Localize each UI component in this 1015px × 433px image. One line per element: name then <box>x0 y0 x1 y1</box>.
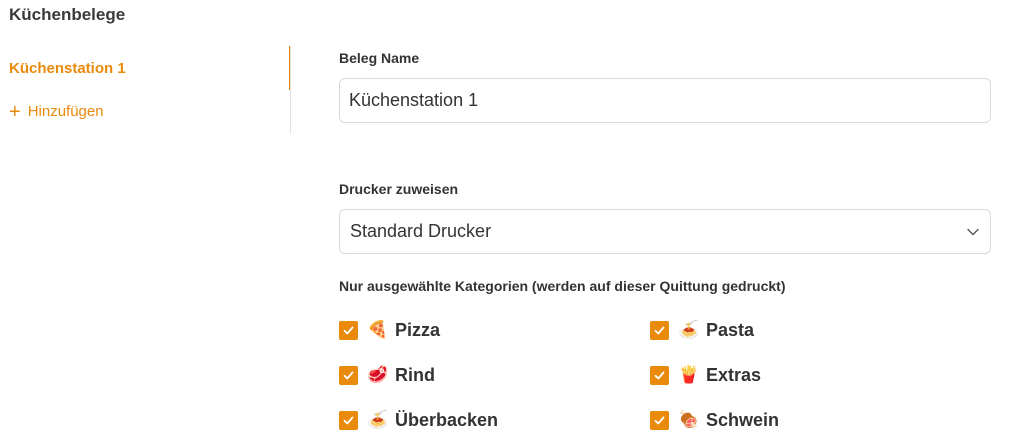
category-checkbox[interactable] <box>339 410 358 430</box>
pizza-icon: 🍕 <box>367 320 389 340</box>
category-label: Extras <box>706 364 762 385</box>
page-title: Küchenbelege <box>9 5 126 24</box>
sidebar-item-kuechenstation-1[interactable]: Küchenstation 1 <box>9 60 126 77</box>
checkmark-icon <box>654 416 665 424</box>
receipt-name-label: Beleg Name <box>339 50 420 66</box>
add-receipt-label: Hinzufügen <box>27 103 104 120</box>
casserole-icon: 🍝 <box>367 410 389 430</box>
category-extras[interactable]: 🍟 Extras <box>650 362 761 388</box>
category-checkbox[interactable] <box>650 410 669 430</box>
checkmark-icon <box>654 326 665 334</box>
category-pizza[interactable]: 🍕 Pizza <box>339 317 440 343</box>
category-schwein[interactable]: 🍖 Schwein <box>650 407 779 433</box>
category-label: Schwein <box>706 409 780 430</box>
category-checkbox[interactable] <box>339 320 358 340</box>
meat-icon: 🥩 <box>367 365 389 385</box>
category-checkbox[interactable] <box>650 320 669 340</box>
category-ueberbacken[interactable]: 🍝 Überbacken <box>339 407 498 433</box>
categories-label: Nur ausgewählte Kategorien (werden auf d… <box>339 278 786 294</box>
printer-label: Drucker zuweisen <box>339 181 459 197</box>
printer-select[interactable]: Standard Drucker <box>339 209 991 254</box>
checkmark-icon <box>654 371 665 379</box>
fries-icon: 🍟 <box>678 365 700 385</box>
category-label: Pizza <box>395 319 441 340</box>
checkmark-icon <box>343 371 354 379</box>
drumstick-icon: 🍖 <box>678 410 700 430</box>
category-label: Pasta <box>706 319 755 340</box>
category-label: Rind <box>395 364 435 385</box>
sidebar-divider <box>290 46 291 134</box>
add-receipt-button[interactable]: + Hinzufügen <box>9 100 104 123</box>
category-grid: 🍕 Pizza 🍝 Pasta 🥩 Rind 🍟 Extras 🍝 Überba… <box>339 317 939 433</box>
checkmark-icon <box>343 326 354 334</box>
category-checkbox[interactable] <box>339 365 358 385</box>
category-label: Überbacken <box>395 409 499 430</box>
checkmark-icon <box>343 416 354 424</box>
receipt-name-input[interactable] <box>339 78 991 123</box>
pasta-icon: 🍝 <box>678 320 700 340</box>
category-checkbox[interactable] <box>650 365 669 385</box>
chevron-down-icon <box>967 228 979 235</box>
category-pasta[interactable]: 🍝 Pasta <box>650 317 754 343</box>
category-rind[interactable]: 🥩 Rind <box>339 362 435 388</box>
plus-icon: + <box>9 100 21 123</box>
printer-select-value: Standard Drucker <box>350 221 492 241</box>
